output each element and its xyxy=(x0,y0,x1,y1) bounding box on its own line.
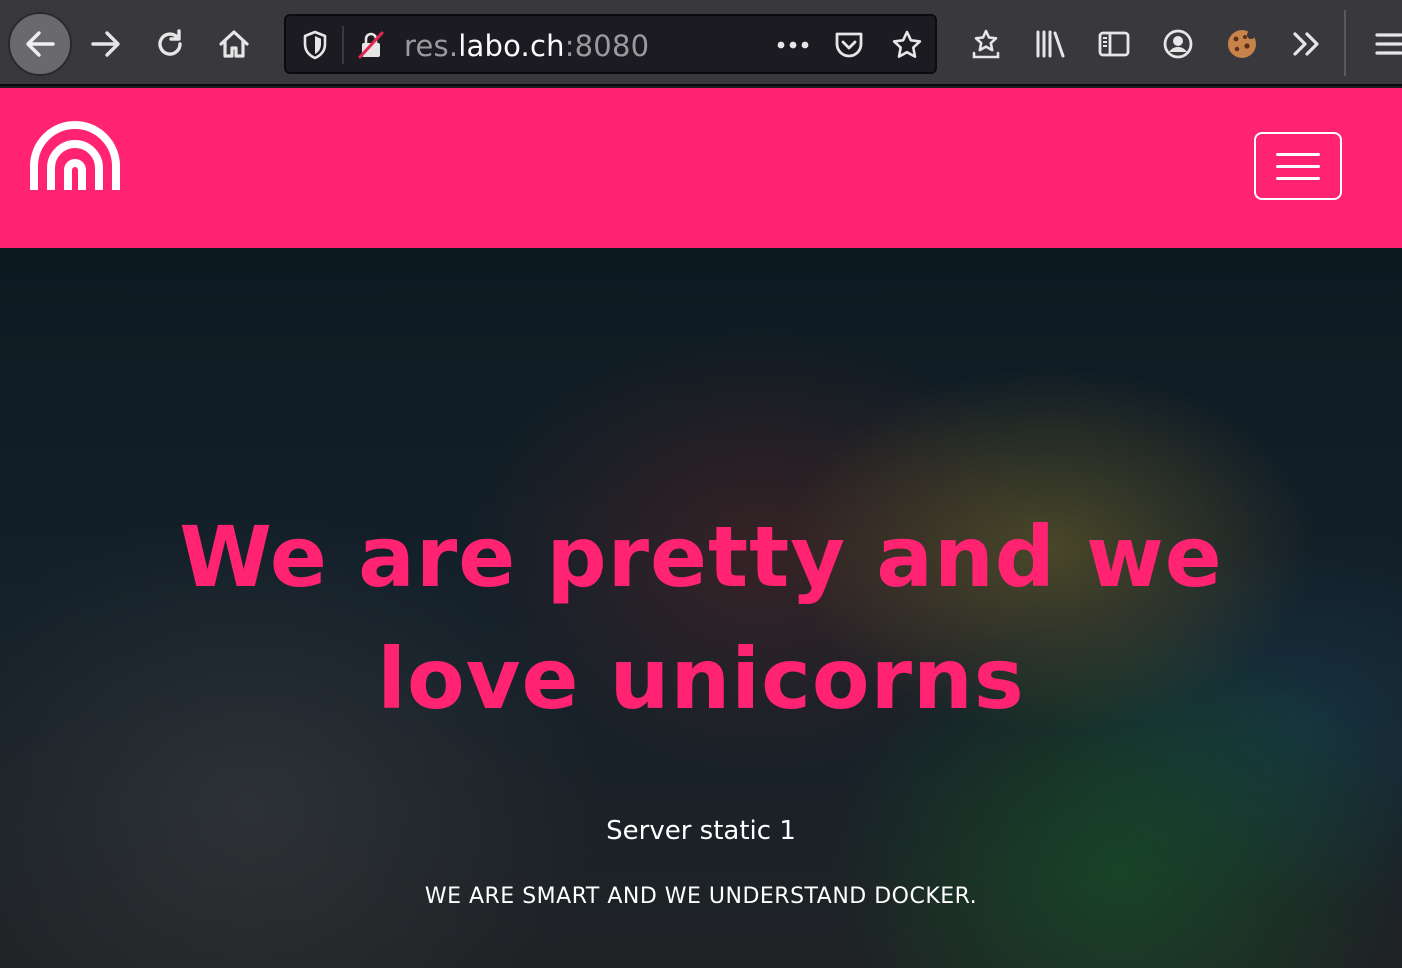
insecure-lock-icon[interactable] xyxy=(354,28,388,62)
back-arrow-icon xyxy=(26,31,55,57)
pocket-icon[interactable] xyxy=(832,28,866,62)
browser-toolbar: res.labo.ch:8080 xyxy=(0,0,1402,86)
overflow-chevrons-icon[interactable] xyxy=(1286,24,1326,64)
toolbar-divider xyxy=(1344,10,1346,76)
downloads-icon[interactable] xyxy=(966,24,1006,64)
hamburger-icon-bar xyxy=(1276,176,1320,180)
url-prefix: res. xyxy=(404,29,459,63)
hero-title: We are pretty and we love unicorns xyxy=(179,508,1223,728)
back-button[interactable] xyxy=(8,12,72,76)
web-page: We are pretty and we love unicorns Serve… xyxy=(0,88,1402,968)
hero-section: We are pretty and we love unicorns Serve… xyxy=(0,248,1402,968)
address-bar[interactable]: res.labo.ch:8080 xyxy=(284,14,937,74)
sidebar-icon[interactable] xyxy=(1094,24,1134,64)
account-icon[interactable] xyxy=(1158,24,1198,64)
url-text[interactable]: res.labo.ch:8080 xyxy=(404,29,649,63)
library-icon[interactable] xyxy=(1030,24,1070,64)
forward-button[interactable] xyxy=(74,12,138,76)
hamburger-icon-bar xyxy=(1276,152,1320,156)
hero-tagline: WE ARE SMART AND WE UNDERSTAND DOCKER. xyxy=(424,884,978,909)
bookmark-star-icon[interactable] xyxy=(890,28,924,62)
navbar-toggle-button[interactable] xyxy=(1254,132,1342,200)
home-icon xyxy=(219,30,249,58)
reload-icon xyxy=(158,29,182,56)
site-navbar xyxy=(0,88,1402,248)
cookie-extension-icon[interactable] xyxy=(1222,24,1262,64)
app-menu-icon[interactable] xyxy=(1368,24,1402,64)
url-host: labo.ch xyxy=(458,29,565,63)
rainbow-arch-logo-icon[interactable] xyxy=(28,120,122,192)
address-bar-separator xyxy=(342,26,344,64)
forward-arrow-icon xyxy=(91,31,120,57)
hero-subtitle: Server static 1 xyxy=(606,816,796,846)
page-actions-icon[interactable] xyxy=(776,28,810,62)
home-button[interactable] xyxy=(202,12,266,76)
url-port: :8080 xyxy=(564,29,650,63)
tracking-shield-icon[interactable] xyxy=(298,28,332,62)
hamburger-icon-bar xyxy=(1276,164,1320,168)
reload-button[interactable] xyxy=(138,12,202,76)
